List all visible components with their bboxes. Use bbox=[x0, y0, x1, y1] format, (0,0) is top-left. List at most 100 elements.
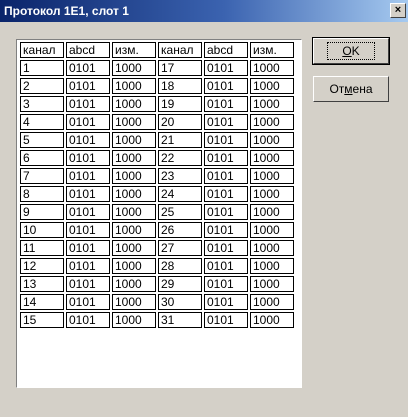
cell-change[interactable]: 1000 bbox=[112, 60, 156, 76]
cell-channel[interactable]: 23 bbox=[158, 168, 202, 184]
cell-change[interactable]: 1000 bbox=[250, 60, 294, 76]
cell-change[interactable]: 1000 bbox=[112, 150, 156, 166]
cell-channel[interactable]: 1 bbox=[20, 60, 64, 76]
cell-abcd[interactable]: 0101 bbox=[66, 222, 110, 238]
cell-channel[interactable]: 2 bbox=[20, 78, 64, 94]
table-row: 15 0101 1000 31 0101 1000 bbox=[20, 312, 294, 328]
cell-abcd[interactable]: 0101 bbox=[66, 186, 110, 202]
cell-change[interactable]: 1000 bbox=[250, 150, 294, 166]
cell-channel[interactable]: 9 bbox=[20, 204, 64, 220]
cell-channel[interactable]: 18 bbox=[158, 78, 202, 94]
cell-abcd[interactable]: 0101 bbox=[204, 258, 248, 274]
cell-channel[interactable]: 3 bbox=[20, 96, 64, 112]
cell-abcd[interactable]: 0101 bbox=[204, 294, 248, 310]
cell-abcd[interactable]: 0101 bbox=[66, 132, 110, 148]
cell-change[interactable]: 1000 bbox=[250, 114, 294, 130]
table-row: 2 0101 1000 18 0101 1000 bbox=[20, 78, 294, 94]
cell-abcd[interactable]: 0101 bbox=[204, 276, 248, 292]
cell-abcd[interactable]: 0101 bbox=[204, 78, 248, 94]
cell-channel[interactable]: 30 bbox=[158, 294, 202, 310]
cell-change[interactable]: 1000 bbox=[112, 204, 156, 220]
cell-channel[interactable]: 14 bbox=[20, 294, 64, 310]
cell-abcd[interactable]: 0101 bbox=[204, 60, 248, 76]
cell-change[interactable]: 1000 bbox=[250, 168, 294, 184]
cell-change[interactable]: 1000 bbox=[250, 96, 294, 112]
cell-channel[interactable]: 25 bbox=[158, 204, 202, 220]
cell-change[interactable]: 1000 bbox=[250, 294, 294, 310]
cell-abcd[interactable]: 0101 bbox=[204, 96, 248, 112]
cell-channel[interactable]: 4 bbox=[20, 114, 64, 130]
cell-change[interactable]: 1000 bbox=[250, 222, 294, 238]
cell-change[interactable]: 1000 bbox=[112, 294, 156, 310]
cell-change[interactable]: 1000 bbox=[112, 222, 156, 238]
cell-change[interactable]: 1000 bbox=[112, 312, 156, 328]
cell-change[interactable]: 1000 bbox=[250, 186, 294, 202]
cell-abcd[interactable]: 0101 bbox=[204, 168, 248, 184]
cell-channel[interactable]: 17 bbox=[158, 60, 202, 76]
cell-change[interactable]: 1000 bbox=[112, 258, 156, 274]
cell-abcd[interactable]: 0101 bbox=[204, 222, 248, 238]
cell-abcd[interactable]: 0101 bbox=[66, 294, 110, 310]
cell-channel[interactable]: 24 bbox=[158, 186, 202, 202]
cell-channel[interactable]: 7 bbox=[20, 168, 64, 184]
cell-abcd[interactable]: 0101 bbox=[66, 240, 110, 256]
cell-channel[interactable]: 29 bbox=[158, 276, 202, 292]
cell-channel[interactable]: 5 bbox=[20, 132, 64, 148]
cell-channel[interactable]: 12 bbox=[20, 258, 64, 274]
cell-abcd[interactable]: 0101 bbox=[66, 78, 110, 94]
cell-change[interactable]: 1000 bbox=[250, 258, 294, 274]
cell-channel[interactable]: 27 bbox=[158, 240, 202, 256]
cell-change[interactable]: 1000 bbox=[112, 276, 156, 292]
cell-channel[interactable]: 20 bbox=[158, 114, 202, 130]
cell-change[interactable]: 1000 bbox=[250, 78, 294, 94]
cell-abcd[interactable]: 0101 bbox=[66, 168, 110, 184]
cell-change[interactable]: 1000 bbox=[112, 114, 156, 130]
cell-abcd[interactable]: 0101 bbox=[66, 60, 110, 76]
table-row: 10 0101 1000 26 0101 1000 bbox=[20, 222, 294, 238]
header-channel-2: канал bbox=[158, 42, 202, 58]
cell-change[interactable]: 1000 bbox=[250, 240, 294, 256]
cell-channel[interactable]: 6 bbox=[20, 150, 64, 166]
cell-channel[interactable]: 28 bbox=[158, 258, 202, 274]
cell-change[interactable]: 1000 bbox=[112, 132, 156, 148]
cell-abcd[interactable]: 0101 bbox=[204, 204, 248, 220]
cell-abcd[interactable]: 0101 bbox=[204, 150, 248, 166]
cell-channel[interactable]: 21 bbox=[158, 132, 202, 148]
ok-button-label: OK bbox=[327, 42, 375, 60]
cell-change[interactable]: 1000 bbox=[250, 276, 294, 292]
cell-abcd[interactable]: 0101 bbox=[66, 96, 110, 112]
cell-abcd[interactable]: 0101 bbox=[66, 114, 110, 130]
cell-channel[interactable]: 19 bbox=[158, 96, 202, 112]
cell-abcd[interactable]: 0101 bbox=[66, 204, 110, 220]
cell-abcd[interactable]: 0101 bbox=[204, 312, 248, 328]
cell-abcd[interactable]: 0101 bbox=[66, 258, 110, 274]
cancel-button[interactable]: Отмена bbox=[313, 76, 389, 102]
cell-change[interactable]: 1000 bbox=[250, 204, 294, 220]
cell-change[interactable]: 1000 bbox=[250, 312, 294, 328]
cell-channel[interactable]: 10 bbox=[20, 222, 64, 238]
cell-change[interactable]: 1000 bbox=[250, 132, 294, 148]
cell-channel[interactable]: 31 bbox=[158, 312, 202, 328]
cell-abcd[interactable]: 0101 bbox=[66, 150, 110, 166]
cell-change[interactable]: 1000 bbox=[112, 240, 156, 256]
cell-abcd[interactable]: 0101 bbox=[204, 240, 248, 256]
cell-channel[interactable]: 11 bbox=[20, 240, 64, 256]
cell-channel[interactable]: 8 bbox=[20, 186, 64, 202]
cell-abcd[interactable]: 0101 bbox=[204, 132, 248, 148]
cell-abcd[interactable]: 0101 bbox=[66, 312, 110, 328]
cell-abcd[interactable]: 0101 bbox=[204, 114, 248, 130]
cell-change[interactable]: 1000 bbox=[112, 78, 156, 94]
cell-change[interactable]: 1000 bbox=[112, 186, 156, 202]
window-title: Протокол 1E1, слот 1 bbox=[4, 4, 129, 18]
cell-abcd[interactable]: 0101 bbox=[66, 276, 110, 292]
cell-channel[interactable]: 22 bbox=[158, 150, 202, 166]
cell-channel[interactable]: 13 bbox=[20, 276, 64, 292]
cell-channel[interactable]: 26 bbox=[158, 222, 202, 238]
protocol-dialog: Протокол 1E1, слот 1 × канал abcd изм. к… bbox=[0, 0, 408, 417]
cell-channel[interactable]: 15 bbox=[20, 312, 64, 328]
cell-abcd[interactable]: 0101 bbox=[204, 186, 248, 202]
ok-button[interactable]: OK bbox=[312, 37, 390, 65]
close-icon[interactable]: × bbox=[390, 3, 406, 18]
cell-change[interactable]: 1000 bbox=[112, 168, 156, 184]
cell-change[interactable]: 1000 bbox=[112, 96, 156, 112]
